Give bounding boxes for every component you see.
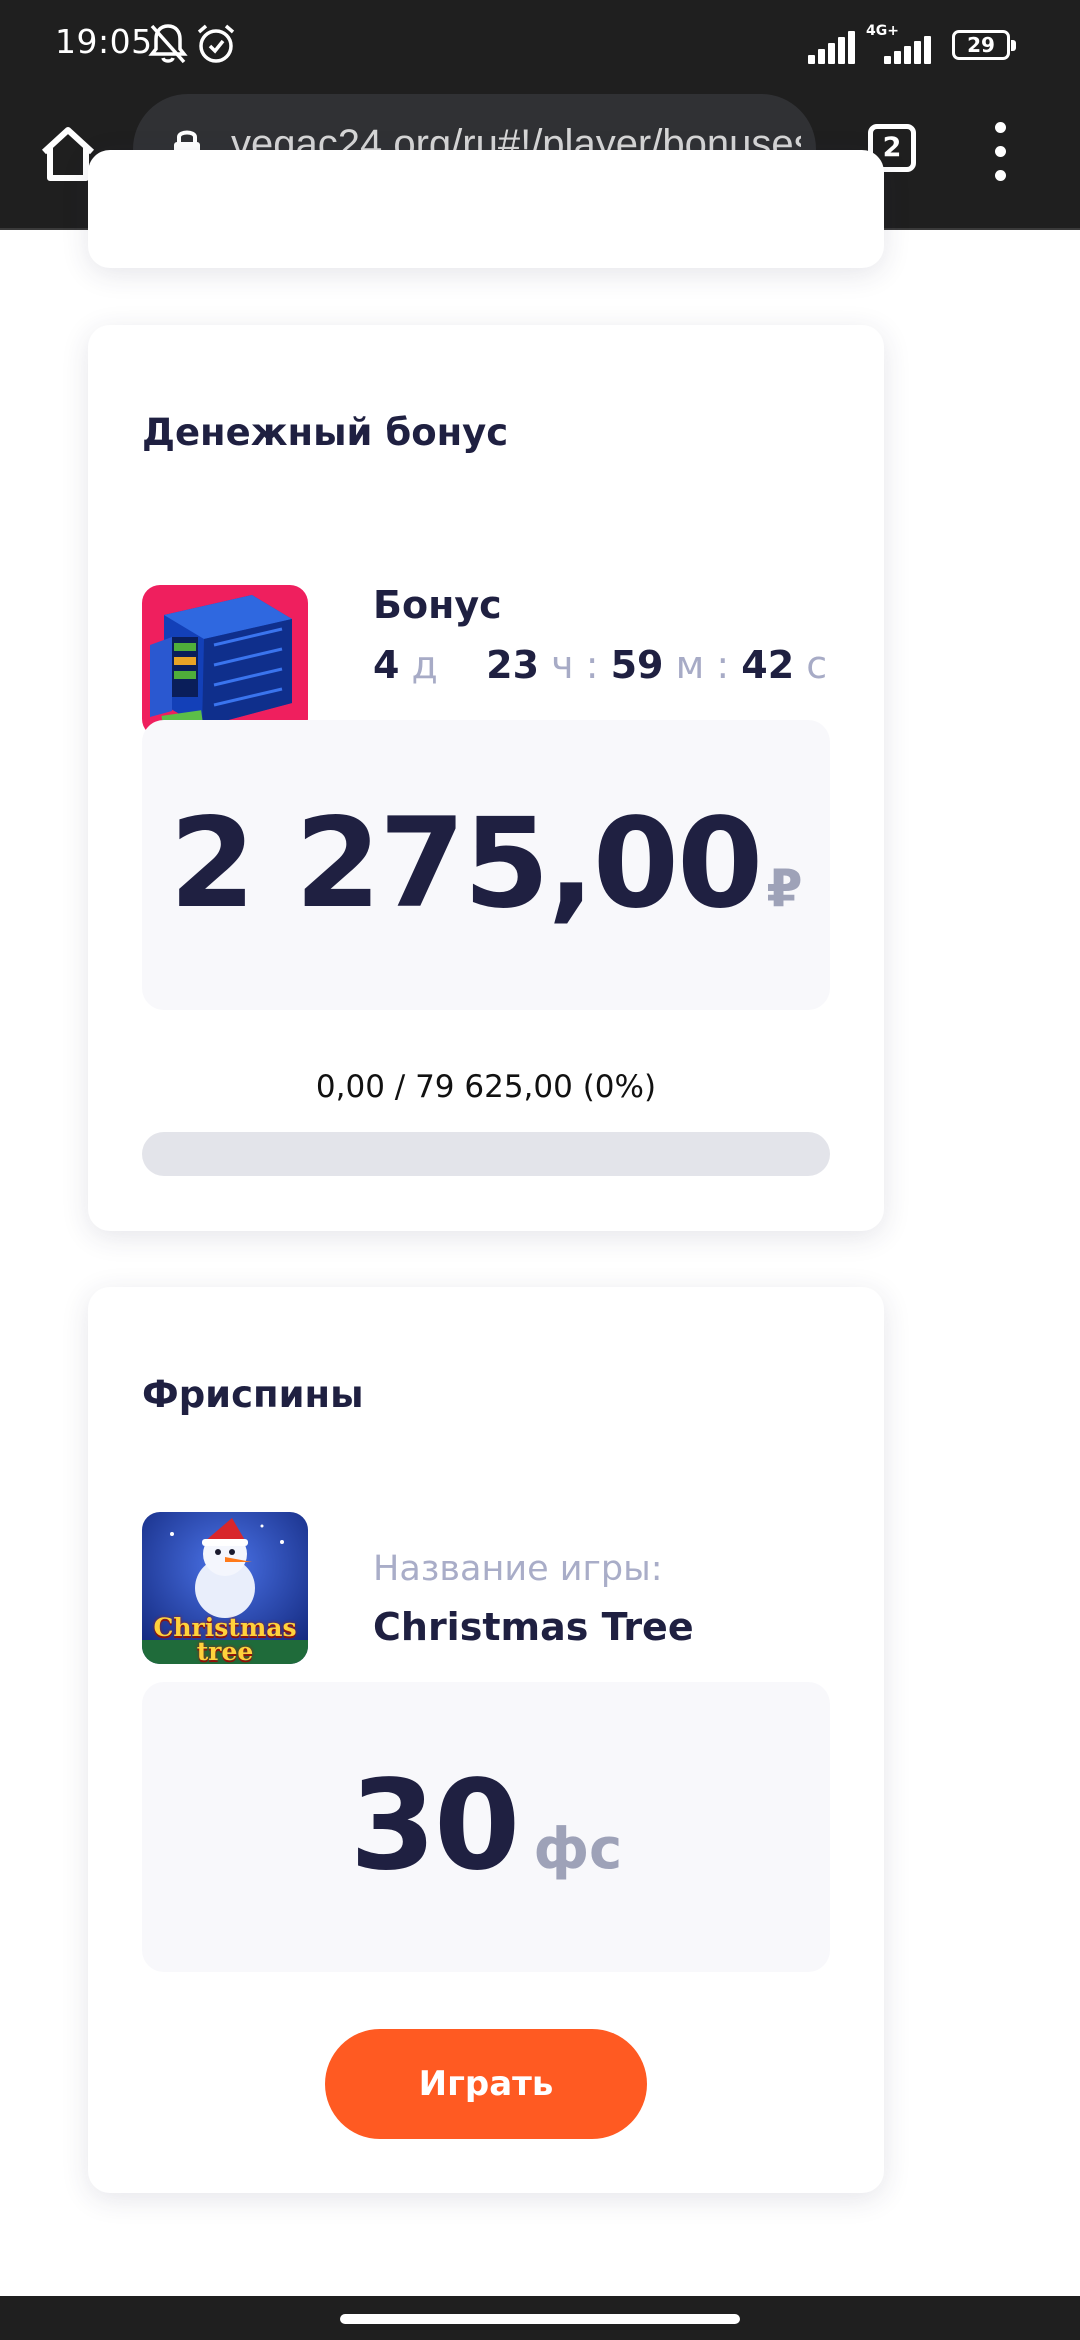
timer-minutes-unit: м xyxy=(675,643,705,687)
wager-progress-bar xyxy=(142,1132,830,1176)
christmas-tree-game-image: Christmas tree xyxy=(142,1512,308,1664)
game-name-label: Название игры: xyxy=(373,1549,663,1589)
signal-icon xyxy=(884,34,936,64)
bonus-name: Бонус xyxy=(373,583,502,627)
timer-days-unit: д xyxy=(411,643,438,687)
money-bonus-card: Денежный бонус Бонус 4 д 23 ч : 59 м : 4… xyxy=(88,325,884,1231)
freespins-count-box: 30 фс xyxy=(142,1682,830,1972)
timer-days: 4 xyxy=(373,643,400,687)
status-time: 19:05 xyxy=(55,22,153,61)
status-bar: 19:05 4G+ 29 xyxy=(0,0,1080,94)
home-indicator[interactable] xyxy=(340,2314,740,2324)
bonus-timer: 4 д 23 ч : 59 м : 42 с xyxy=(373,643,827,687)
menu-icon[interactable] xyxy=(990,122,1010,182)
play-button[interactable]: Играть xyxy=(325,2029,647,2139)
timer-hours: 23 xyxy=(486,643,540,687)
bonus-amount: 2 275,00 ₽ xyxy=(142,792,830,936)
timer-minutes: 59 xyxy=(610,643,664,687)
thumb-title-line2: tree xyxy=(196,1637,254,1664)
freespins-unit: фс xyxy=(533,1817,623,1882)
previous-card xyxy=(88,150,884,268)
timer-separator: : xyxy=(585,643,599,687)
bonus-amount-box: 2 275,00 ₽ xyxy=(142,720,830,1010)
system-nav-bar xyxy=(0,2296,1080,2340)
wager-progress-text: 0,00 / 79 625,00 (0%) xyxy=(315,1069,657,1105)
freespins-count: 30 фс xyxy=(142,1754,830,1898)
battery-icon: 29 xyxy=(952,30,1016,60)
money-bonus-title: Денежный бонус xyxy=(142,411,509,454)
freespins-count-value: 30 xyxy=(349,1754,521,1898)
timer-hours-unit: ч xyxy=(551,643,574,687)
freespins-title: Фриспины xyxy=(142,1373,364,1416)
bonus-safe-image xyxy=(142,585,308,737)
alarm-icon xyxy=(197,24,235,63)
freespins-card: Фриспины Christmas tree Название игры: C… xyxy=(88,1287,884,2193)
timer-separator: : xyxy=(716,643,730,687)
currency-symbol: ₽ xyxy=(766,859,803,919)
bonus-amount-value: 2 275,00 xyxy=(169,792,763,936)
timer-seconds: 42 xyxy=(741,643,795,687)
timer-seconds-unit: с xyxy=(806,643,828,687)
signal-icon xyxy=(808,28,860,64)
bell-off-icon xyxy=(148,24,188,64)
game-name: Christmas Tree xyxy=(373,1605,694,1649)
